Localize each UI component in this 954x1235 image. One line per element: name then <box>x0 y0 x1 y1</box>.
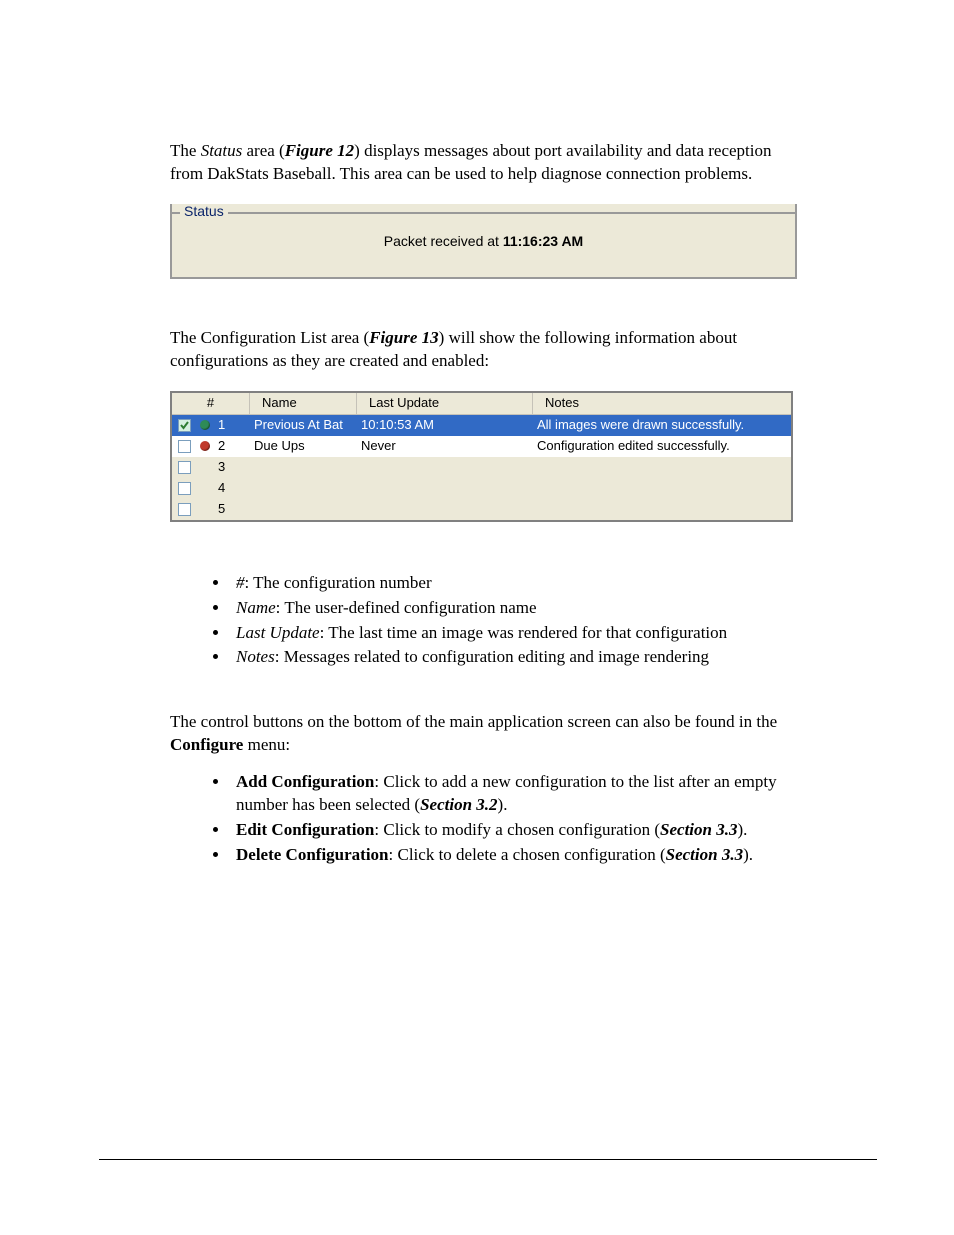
row-checkbox-cell <box>172 436 196 457</box>
row-notes: Configuration edited successfully. <box>533 436 791 457</box>
row-checkbox[interactable] <box>178 419 191 432</box>
row-indicator-cell <box>196 499 214 520</box>
text: ). <box>743 845 753 864</box>
row-number: 5 <box>214 499 250 520</box>
section-ref: Section 3.2 <box>420 795 497 814</box>
grid-body: 1Previous At Bat10:10:53 AMAll images we… <box>172 415 791 520</box>
text: The control buttons on the bottom of the… <box>170 712 777 731</box>
header-notes[interactable]: Notes <box>533 393 791 415</box>
row-indicator-cell <box>196 415 214 436</box>
footer-rule <box>99 1159 877 1160</box>
list-item: Notes: Messages related to configuration… <box>230 646 791 669</box>
definition-term: Name <box>236 598 276 617</box>
text: Packet received at <box>384 233 503 249</box>
table-row[interactable]: 3 <box>172 457 791 478</box>
row-name <box>250 457 357 478</box>
status-message: Packet received at 11:16:23 AM <box>172 232 795 251</box>
definition-text: : The last time an image was rendered fo… <box>320 623 728 642</box>
control-buttons-description: The control buttons on the bottom of the… <box>170 711 791 757</box>
row-checkbox-cell <box>172 478 196 499</box>
operations-list: Add Configuration: Click to add a new co… <box>170 771 791 867</box>
text-italic: Status <box>201 141 243 160</box>
operation-name: Edit Configuration <box>236 820 374 839</box>
text: menu: <box>243 735 290 754</box>
operation-text: : Click to modify a chosen configuration… <box>374 820 660 839</box>
operation-name: Delete Configuration <box>236 845 389 864</box>
table-row[interactable]: 4 <box>172 478 791 499</box>
table-row[interactable]: 1Previous At Bat10:10:53 AMAll images we… <box>172 415 791 436</box>
row-lastupdate <box>357 478 533 499</box>
row-indicator-cell <box>196 457 214 478</box>
definition-text: : The user-defined configuration name <box>276 598 537 617</box>
list-item: Delete Configuration: Click to delete a … <box>230 844 791 867</box>
row-lastupdate: Never <box>357 436 533 457</box>
row-lastupdate <box>357 499 533 520</box>
row-number: 4 <box>214 478 250 499</box>
row-name: Due Ups <box>250 436 357 457</box>
row-lastupdate: 10:10:53 AM <box>357 415 533 436</box>
green-dot-icon <box>200 420 210 430</box>
row-name <box>250 478 357 499</box>
definition-term: Last Update <box>236 623 320 642</box>
operation-text: : Click to delete a chosen configuration… <box>389 845 666 864</box>
row-checkbox-cell <box>172 457 196 478</box>
row-checkbox[interactable] <box>178 482 191 495</box>
row-name: Previous At Bat <box>250 415 357 436</box>
header-number[interactable]: # <box>172 393 250 415</box>
text-bold: Configure <box>170 735 243 754</box>
definition-term: Notes <box>236 647 275 666</box>
row-number: 2 <box>214 436 250 457</box>
text: The Configuration List area ( <box>170 328 369 347</box>
row-notes <box>533 499 791 520</box>
text: area ( <box>242 141 284 160</box>
status-time: 11:16:23 AM <box>503 233 583 249</box>
row-number: 3 <box>214 457 250 478</box>
definition-text: : Messages related to configuration edit… <box>275 647 709 666</box>
row-number: 1 <box>214 415 250 436</box>
section-ref: Section 3.3 <box>660 820 737 839</box>
row-notes: All images were drawn successfully. <box>533 415 791 436</box>
field-definitions-list: #: The configuration numberName: The use… <box>170 572 791 670</box>
status-groupbox: Status Packet received at 11:16:23 AM <box>170 204 797 279</box>
status-description: The Status area (Figure 12) displays mes… <box>170 140 791 186</box>
row-checkbox[interactable] <box>178 461 191 474</box>
row-indicator-cell <box>196 436 214 457</box>
row-lastupdate <box>357 457 533 478</box>
list-item: Edit Configuration: Click to modify a ch… <box>230 819 791 842</box>
text: The <box>170 141 201 160</box>
list-item: Name: The user-defined configuration nam… <box>230 597 791 620</box>
operation-name: Add Configuration <box>236 772 374 791</box>
text: ). <box>498 795 508 814</box>
text: ). <box>737 820 747 839</box>
row-checkbox-cell <box>172 499 196 520</box>
row-name <box>250 499 357 520</box>
figure-ref: Figure 12 <box>285 141 354 160</box>
config-list-description: The Configuration List area (Figure 13) … <box>170 327 791 373</box>
grid-header: # Name Last Update Notes <box>172 393 791 415</box>
definition-text: : The configuration number <box>245 573 432 592</box>
list-item: Last Update: The last time an image was … <box>230 622 791 645</box>
header-name[interactable]: Name <box>250 393 357 415</box>
row-checkbox-cell <box>172 415 196 436</box>
definition-term: # <box>236 573 245 592</box>
configuration-list-grid: # Name Last Update Notes 1Previous At Ba… <box>170 391 793 522</box>
status-legend: Status <box>184 202 224 221</box>
list-item: Add Configuration: Click to add a new co… <box>230 771 791 817</box>
row-indicator-cell <box>196 478 214 499</box>
section-ref: Section 3.3 <box>666 845 743 864</box>
table-row[interactable]: 2Due UpsNeverConfiguration edited succes… <box>172 436 791 457</box>
row-checkbox[interactable] <box>178 503 191 516</box>
row-notes <box>533 457 791 478</box>
table-row[interactable]: 5 <box>172 499 791 520</box>
row-checkbox[interactable] <box>178 440 191 453</box>
header-lastupdate[interactable]: Last Update <box>357 393 533 415</box>
red-dot-icon <box>200 441 210 451</box>
row-notes <box>533 478 791 499</box>
list-item: #: The configuration number <box>230 572 791 595</box>
figure-ref: Figure 13 <box>369 328 438 347</box>
